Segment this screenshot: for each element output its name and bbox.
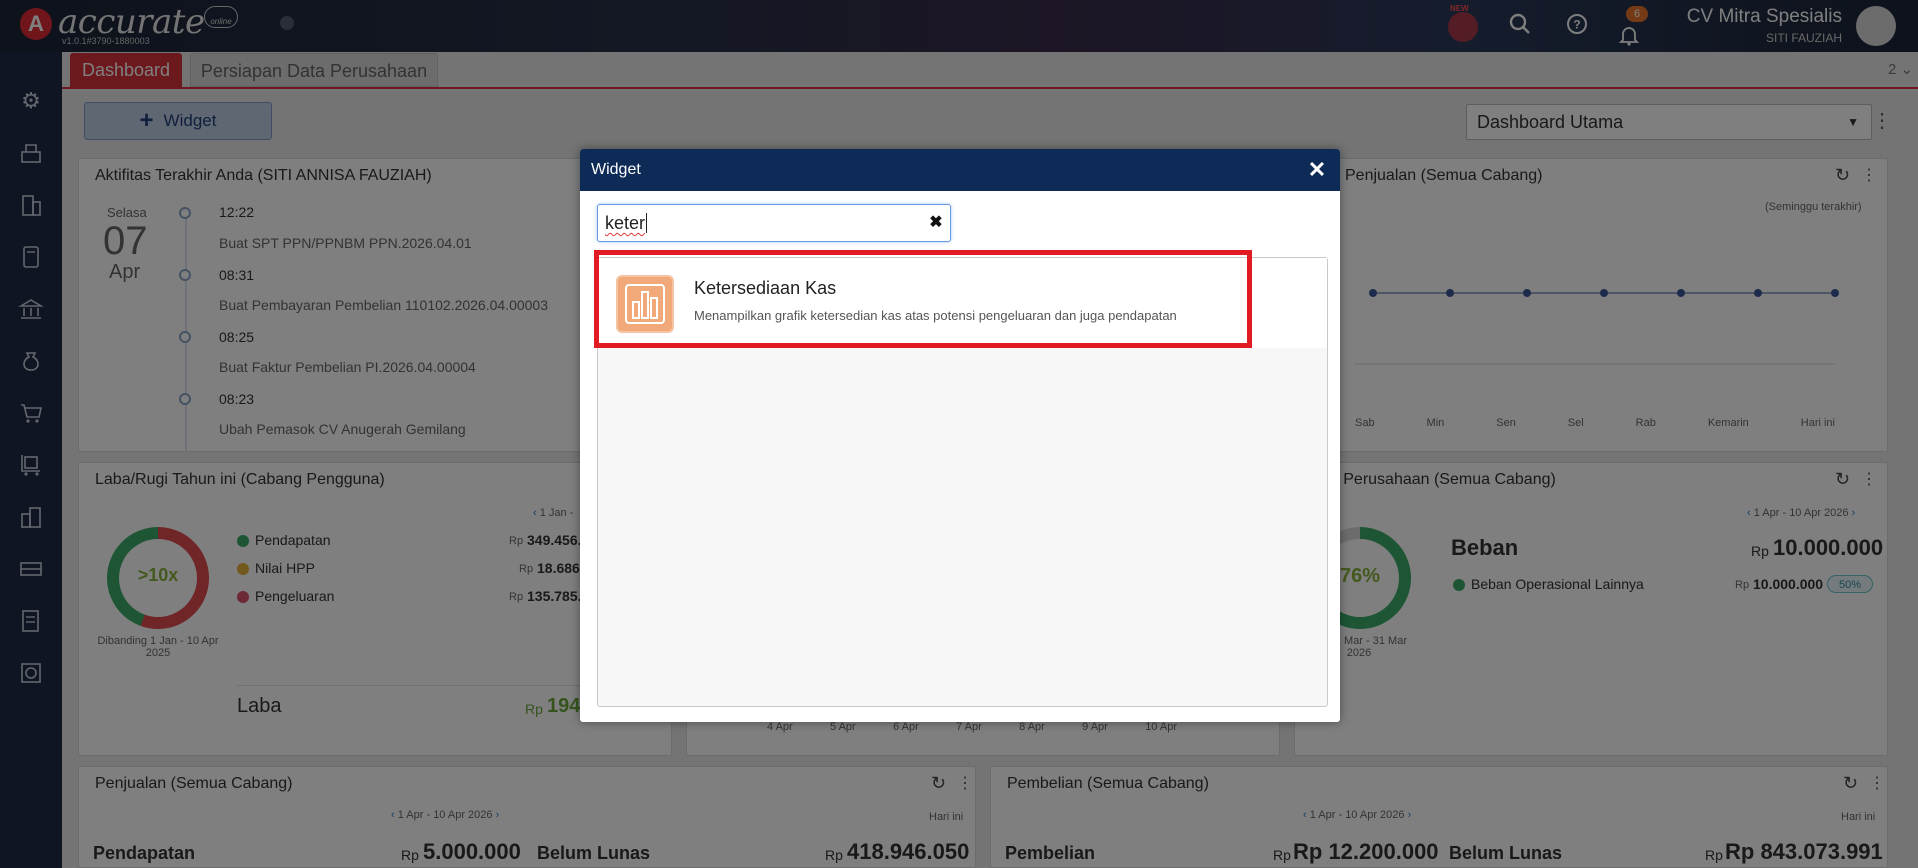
- clear-search-icon[interactable]: ✖: [924, 205, 948, 241]
- selection-highlight-box: [594, 250, 1252, 348]
- widget-search-value: keter: [605, 213, 646, 233]
- widget-search-input[interactable]: keter ✖: [597, 204, 951, 242]
- modal-title: Widget: [580, 149, 1340, 191]
- close-icon[interactable]: ✕: [1302, 149, 1332, 191]
- widget-modal: Widget ✕ keter ✖ Ketersediaan Kas Menamp…: [580, 149, 1340, 722]
